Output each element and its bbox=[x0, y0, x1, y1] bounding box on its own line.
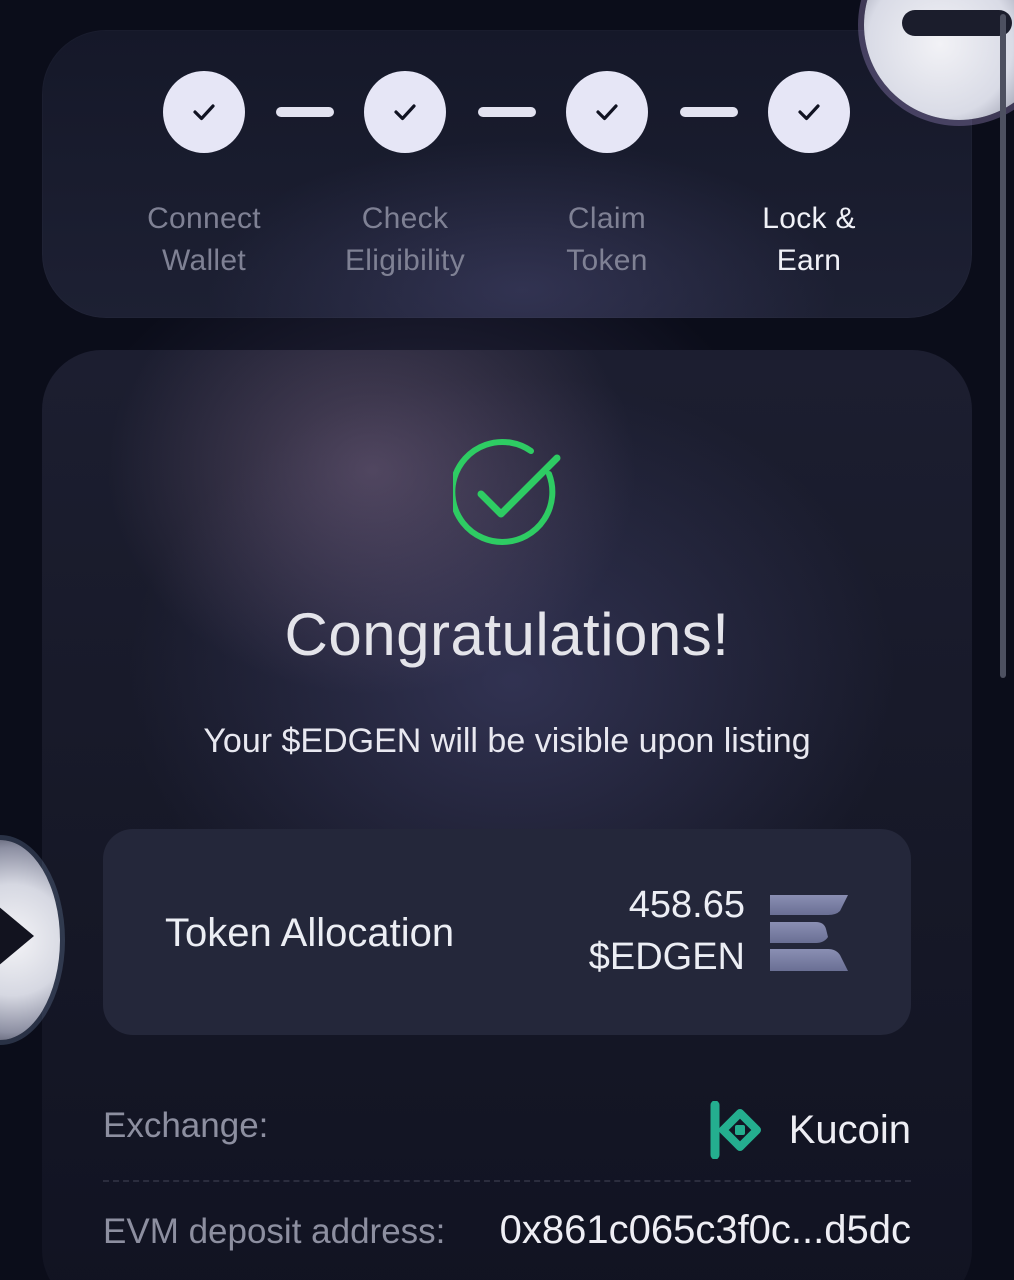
success-check-circle-icon bbox=[453, 438, 561, 545]
token-allocation-value: 458.65 $EDGEN bbox=[589, 879, 745, 983]
token-allocation-box: Token Allocation 458.65 $EDGEN bbox=[103, 829, 911, 1035]
step-label-active: Lock & Earn bbox=[762, 202, 856, 277]
step-label: Claim Token bbox=[566, 202, 648, 277]
checkmark-icon bbox=[798, 104, 820, 121]
progress-stepper: Connect Wallet Check Eligibility Claim T… bbox=[42, 30, 972, 318]
token-amount: 458.65 bbox=[628, 884, 745, 926]
scrollbar[interactable] bbox=[1000, 14, 1006, 678]
step-complete-circle bbox=[768, 71, 850, 153]
kucoin-logo-icon bbox=[710, 1101, 761, 1159]
row-divider bbox=[103, 1180, 911, 1182]
step-complete-circle bbox=[566, 71, 648, 153]
exchange-row: Exchange: Kucoin bbox=[103, 1100, 911, 1160]
step-lock-earn: Lock & Earn bbox=[719, 71, 899, 282]
token-allocation-label: Token Allocation bbox=[165, 911, 455, 955]
token-symbol: $EDGEN bbox=[588, 936, 745, 978]
step-connect-wallet: Connect Wallet bbox=[114, 71, 294, 282]
checkmark-icon bbox=[193, 104, 215, 121]
step-complete-circle bbox=[163, 71, 245, 153]
step-complete-circle bbox=[364, 71, 446, 153]
claim-result-card: Congratulations! Your $EDGEN will be vis… bbox=[42, 350, 972, 1280]
listing-subtitle: Your $EDGEN will be visible upon listing bbox=[203, 722, 811, 760]
deposit-address-label: EVM deposit address: bbox=[103, 1212, 446, 1251]
exchange-value: Kucoin bbox=[707, 1100, 911, 1160]
checkmark-icon bbox=[596, 104, 618, 121]
exchange-label: Exchange: bbox=[103, 1106, 269, 1145]
step-label: Check Eligibility bbox=[344, 202, 465, 277]
checkmark-icon bbox=[394, 104, 416, 121]
step-claim-token: Claim Token bbox=[517, 71, 697, 282]
step-label: Connect Wallet bbox=[147, 202, 261, 277]
claim-page: Connect Wallet Check Eligibility Claim T… bbox=[0, 0, 1014, 1280]
exchange-name: Kucoin bbox=[788, 1107, 911, 1152]
step-check-eligibility: Check Eligibility bbox=[315, 71, 495, 282]
edgen-logo-icon bbox=[770, 895, 848, 971]
deposit-address-row: EVM deposit address: 0x861c065c3f0c...d5… bbox=[103, 1206, 911, 1266]
deposit-address-value[interactable]: 0x861c065c3f0c...d5dc bbox=[500, 1208, 911, 1253]
congratulations-title: Congratulations! bbox=[284, 601, 730, 668]
